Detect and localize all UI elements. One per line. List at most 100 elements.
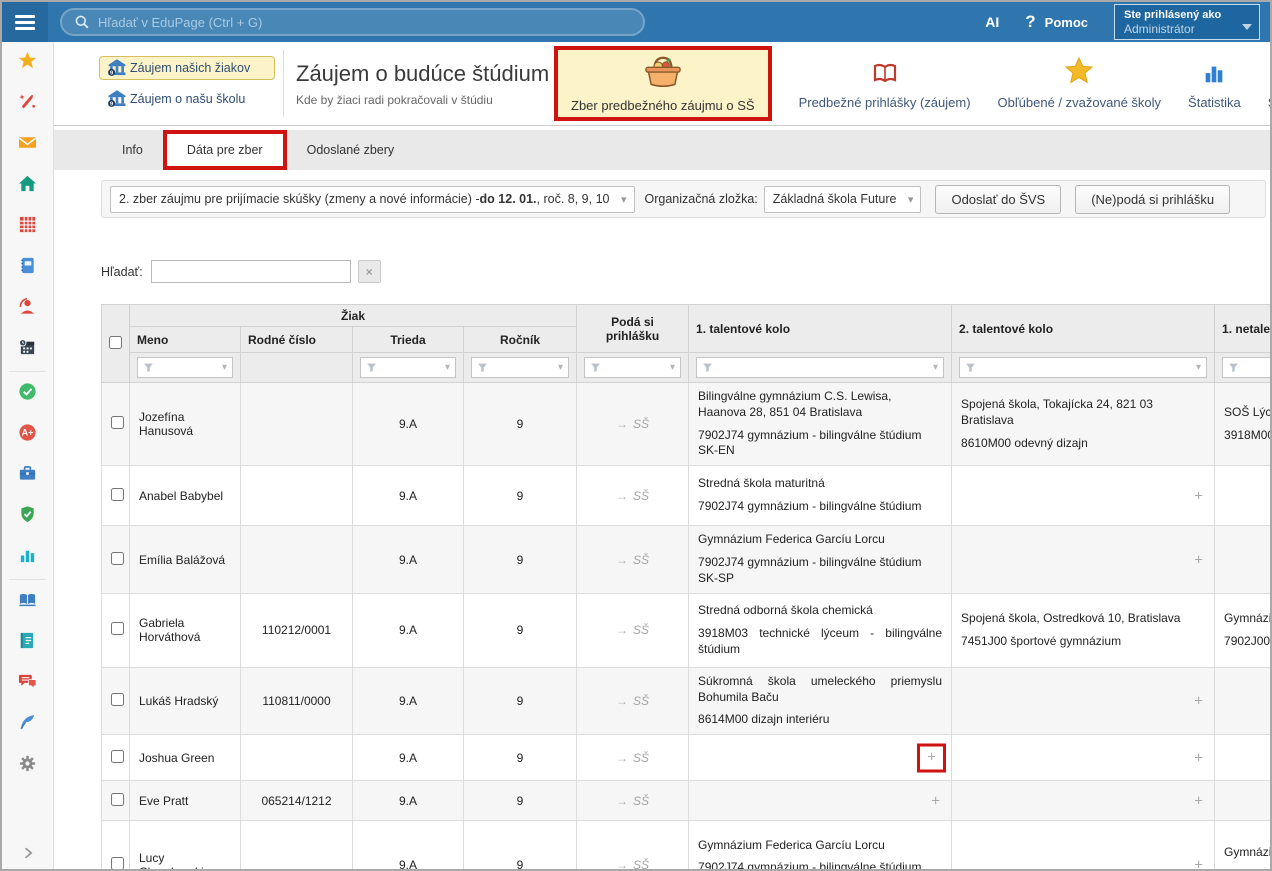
col-header-talent1[interactable]: 1. talentové kolo bbox=[689, 305, 952, 353]
school-choice-cell: Gymnázium Federica Garcíu Lorcu7902J74 g… bbox=[689, 821, 952, 869]
col-header-birth-number[interactable]: Rodné číslo bbox=[241, 327, 353, 353]
sidebar-item-results-chart[interactable] bbox=[2, 537, 53, 578]
add-school-button[interactable]: + bbox=[1194, 857, 1203, 869]
apply-ss-link[interactable]: →SŠ bbox=[616, 553, 649, 567]
col-header-name[interactable]: Meno bbox=[130, 327, 241, 353]
sidebar-item-timetable[interactable] bbox=[2, 206, 53, 247]
hamburger-menu-button[interactable] bbox=[2, 2, 48, 42]
student-name-cell[interactable]: Emília Balážová bbox=[130, 526, 241, 593]
sidebar-item-shield-check[interactable] bbox=[2, 496, 53, 537]
row-select-cell bbox=[102, 383, 130, 466]
apply-ss-link[interactable]: →SŠ bbox=[616, 794, 649, 808]
sidebar-item-exam-quill[interactable] bbox=[2, 704, 53, 745]
global-search-input[interactable] bbox=[98, 15, 631, 30]
talent1-filter-select[interactable] bbox=[696, 357, 944, 378]
add-school-button[interactable]: + bbox=[917, 743, 946, 772]
row-checkbox[interactable] bbox=[111, 693, 124, 706]
apply-filter-select[interactable] bbox=[584, 357, 681, 378]
student-name-cell[interactable]: Anabel Babybel bbox=[130, 466, 241, 526]
sidebar-item-envelope[interactable] bbox=[2, 124, 53, 165]
name-filter-select[interactable] bbox=[137, 357, 233, 378]
action-statistika[interactable]: Štatistika bbox=[1188, 58, 1241, 110]
apply-ss-link[interactable]: →SŠ bbox=[616, 489, 649, 503]
talent2-filter-select[interactable] bbox=[959, 357, 1207, 378]
row-checkbox[interactable] bbox=[111, 857, 124, 869]
add-school-button[interactable]: + bbox=[931, 793, 940, 808]
sidebar-item-star[interactable] bbox=[2, 42, 53, 83]
row-checkbox[interactable] bbox=[111, 416, 124, 429]
send-to-svs-button[interactable]: Odoslať do ŠVS bbox=[935, 185, 1061, 214]
student-name-cell[interactable]: Lucy Chmelowski bbox=[130, 821, 241, 869]
row-checkbox[interactable] bbox=[111, 622, 124, 635]
apply-toggle-button[interactable]: (Ne)podá si prihlášku bbox=[1075, 185, 1230, 214]
col-header-talent2[interactable]: 2. talentové kolo bbox=[952, 305, 1215, 353]
apply-ss-link[interactable]: →SŠ bbox=[616, 623, 649, 637]
add-school-button[interactable]: + bbox=[1194, 552, 1203, 567]
col-header-class[interactable]: Trieda bbox=[353, 327, 464, 353]
arrow-right-icon: → bbox=[616, 623, 628, 637]
tab-odoslane-zbery[interactable]: Odoslané zbery bbox=[287, 130, 415, 170]
sidebar-item-grades-a-plus[interactable]: A+ bbox=[2, 414, 53, 455]
row-checkbox[interactable] bbox=[111, 793, 124, 806]
row-select-cell bbox=[102, 667, 130, 734]
sidebar-item-messages-chat[interactable] bbox=[2, 663, 53, 704]
student-name-cell[interactable]: Gabriela Horváthová bbox=[130, 593, 241, 667]
sidebar-item-substitution-person[interactable] bbox=[2, 288, 53, 329]
tab-data-pre-zber[interactable]: Dáta pre zber bbox=[163, 130, 287, 170]
apply-ss-link[interactable]: →SŠ bbox=[616, 694, 649, 708]
select-all-checkbox[interactable] bbox=[109, 336, 122, 349]
study-program: 7902J74 gymnázium - bilingválne štúdium bbox=[698, 499, 942, 515]
apply-ss-link[interactable]: →SŠ bbox=[616, 858, 649, 869]
col-header-apply[interactable]: Podá si prihlášku bbox=[577, 305, 689, 353]
row-checkbox[interactable] bbox=[111, 488, 124, 501]
action-spravy-od-skol[interactable]: Správy od škôl bbox=[1268, 58, 1270, 110]
funnel-icon bbox=[965, 362, 976, 373]
apply-cell: →SŠ bbox=[577, 821, 689, 869]
action-zber-predbezneho-zaujmu-o-ss[interactable]: Zber predbežného záujmu o SŠ bbox=[554, 46, 772, 121]
tab-info[interactable]: Info bbox=[102, 130, 163, 170]
sidebar-item-settings-gear[interactable] bbox=[2, 745, 53, 786]
add-school-button[interactable]: + bbox=[1194, 694, 1203, 709]
add-school-button[interactable]: + bbox=[1194, 793, 1203, 808]
table-search-input[interactable] bbox=[151, 260, 351, 283]
student-name-cell[interactable]: Jozefína Hanusová bbox=[130, 383, 241, 466]
student-name-cell[interactable]: Joshua Green bbox=[130, 735, 241, 781]
apply-ss-link[interactable]: →SŠ bbox=[616, 751, 649, 765]
nav-button-zaujem-o-nasu-skolu[interactable]: 9Záujem o našu školu bbox=[99, 87, 275, 111]
collection-select[interactable]: 2. zber záujmu pre prijímacie skúšky (zm… bbox=[110, 186, 635, 213]
sidebar-item-lesson-notes[interactable] bbox=[2, 622, 53, 663]
row-checkbox[interactable] bbox=[111, 552, 124, 565]
col-header-nontalent1[interactable]: 1. netalentové kolo bbox=[1215, 305, 1270, 353]
sidebar-item-library-book[interactable] bbox=[2, 581, 53, 622]
apply-cell: →SŠ bbox=[577, 781, 689, 821]
nontalent1-filter-select[interactable] bbox=[1222, 357, 1270, 378]
add-school-button[interactable]: + bbox=[1194, 488, 1203, 503]
sidebar-item-attendance-check[interactable] bbox=[2, 373, 53, 414]
apply-ss-link[interactable]: →SŠ bbox=[616, 417, 649, 431]
sidebar-item-calendar-clock[interactable] bbox=[2, 329, 53, 370]
ai-button[interactable]: AI bbox=[985, 14, 999, 30]
col-header-grade[interactable]: Ročník bbox=[464, 327, 577, 353]
row-checkbox[interactable] bbox=[111, 750, 124, 763]
sidebar-item-magic-wand[interactable] bbox=[2, 83, 53, 124]
sidebar-item-notebook[interactable] bbox=[2, 247, 53, 288]
class-filter-select[interactable] bbox=[360, 357, 456, 378]
user-menu[interactable]: Ste prihlásený ako Administrátor bbox=[1114, 4, 1260, 40]
add-school-button[interactable]: + bbox=[1194, 750, 1203, 765]
student-name-cell[interactable]: Eve Pratt bbox=[130, 781, 241, 821]
funnel-icon bbox=[366, 362, 377, 373]
help-button[interactable]: ? Pomoc bbox=[1025, 12, 1088, 32]
grade-filter-select[interactable] bbox=[471, 357, 569, 378]
user-role: Administrátor bbox=[1124, 22, 1250, 36]
nav-button-zaujem-nasich-ziakov[interactable]: 9Záujem našich žiakov bbox=[99, 56, 275, 80]
clear-search-button[interactable]: × bbox=[358, 260, 381, 283]
org-unit-select[interactable]: Základná škola Future bbox=[764, 186, 922, 213]
global-search[interactable] bbox=[60, 8, 645, 36]
sidebar-item-briefcase[interactable] bbox=[2, 455, 53, 496]
grade-cell: 9 bbox=[464, 821, 577, 869]
sidebar-item-home[interactable] bbox=[2, 165, 53, 206]
sidebar-expand-button[interactable] bbox=[2, 845, 53, 861]
action-oblubene-zvazovane-skoly[interactable]: Obľúbené / zvažované školy bbox=[998, 58, 1162, 110]
student-name-cell[interactable]: Lukáš Hradský bbox=[130, 667, 241, 734]
action-predbezne-prihlasky-zaujem[interactable]: Predbežné prihlášky (záujem) bbox=[799, 58, 971, 110]
